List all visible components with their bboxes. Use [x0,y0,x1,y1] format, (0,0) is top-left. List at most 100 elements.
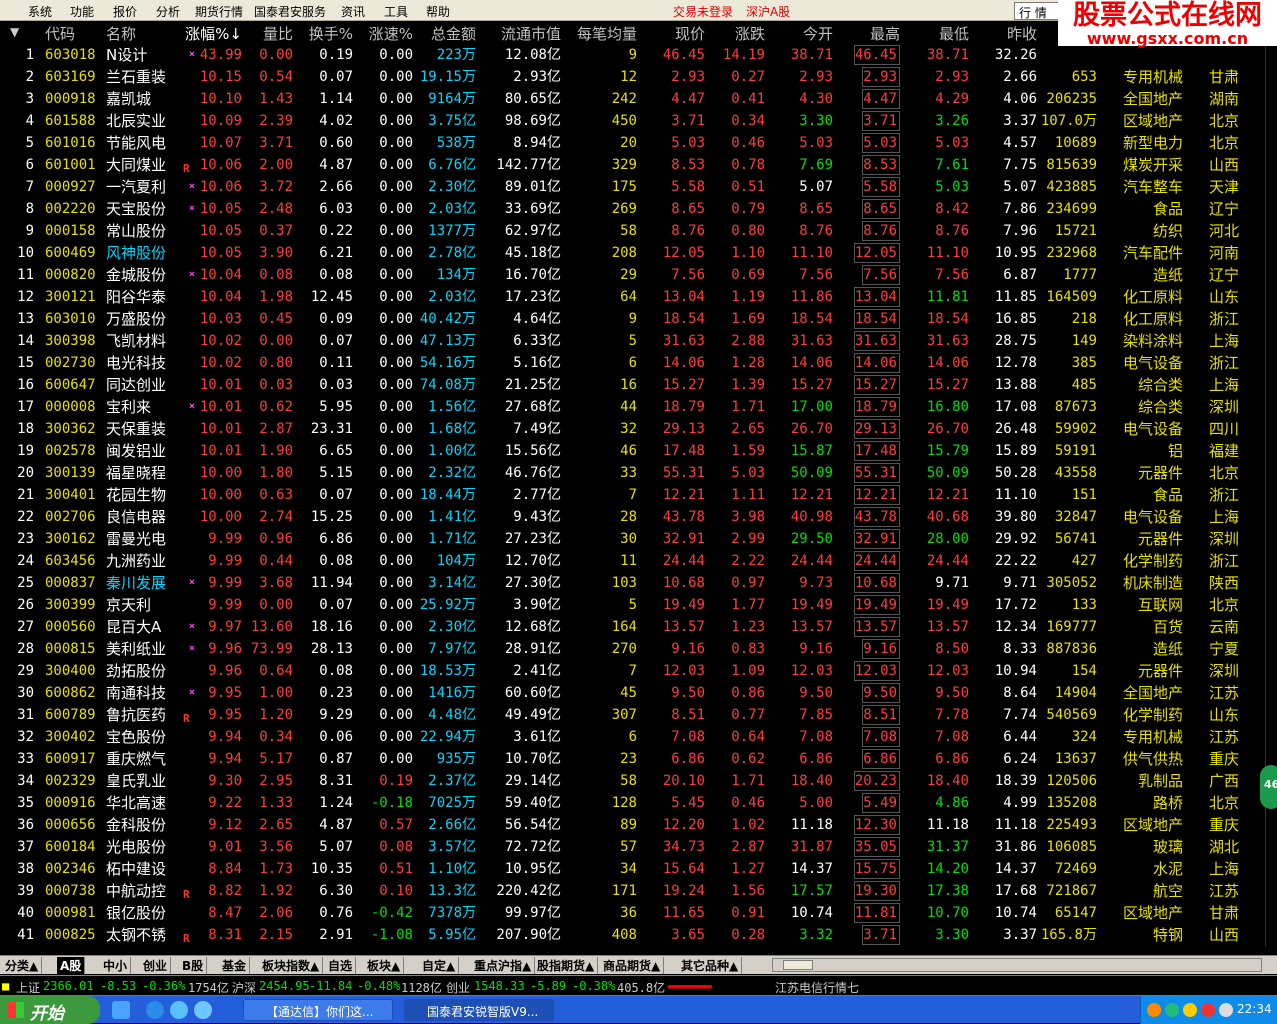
column-header[interactable]: 最高 [870,23,900,44]
column-header[interactable]: 总金额 [431,23,476,44]
column-header[interactable]: 今开 [803,23,833,44]
menu-help[interactable]: 帮助 [426,3,450,20]
table-row[interactable]: 15 002730 电光科技 10.02 0.80 0.11 0.00 54.16万 5.16亿… [0,352,1265,374]
column-header[interactable]: 量比 [263,23,293,44]
table-row[interactable]: 34 002329 皇氏乳业 9.30 2.95 8.31 0.19 2.37亿 29.14亿 5… [0,770,1265,792]
tab-item[interactable]: 创业 [140,957,172,974]
table-row[interactable]: 2 603169 兰石重装 10.15 0.54 0.07 0.00 19.15万 2.93亿 1… [0,66,1265,88]
table-row[interactable]: 14 300398 飞凯材料 10.02 0.00 0.07 0.00 47.13万 6.33亿… [0,330,1265,352]
table-row[interactable]: 30 600862 南通科技 9.95 1.00 0.23 0.00 1416万 60.60亿 4… [0,682,1265,704]
table-row[interactable]: 32 300402 宝色股份 9.94 0.34 0.06 0.00 22.94万 3.61亿 6… [0,726,1265,748]
table-row[interactable]: 1 603018 N设计 43.99 0.00 0.19 0.00 223万 12.08亿 9 46… [0,44,1265,66]
table-row[interactable]: 21 300401 花园生物 10.00 0.63 0.07 0.00 18.44万 2.77亿… [0,484,1265,506]
table-row[interactable]: 29 300400 劲拓股份 9.96 0.64 0.08 0.00 18.53万 2.41亿 7… [0,660,1265,682]
quote-button[interactable]: 行 情 [1014,2,1062,20]
table-row[interactable]: 39 000738 中航动控 8.82 1.92 6.30 0.10 13.3亿 220.42亿… [0,880,1265,902]
menu-tools[interactable]: 工具 [384,3,408,20]
column-header[interactable]: 昨收 [1007,23,1037,44]
quicklaunch-app-icon[interactable] [194,1001,212,1019]
tab-item[interactable]: 商品期货▲ [600,957,665,974]
table-row[interactable]: 6 601001 大同煤业 10.06 2.00 4.87 0.00 6.76亿 142.77亿… [0,154,1265,176]
tray-alert-icon[interactable] [1201,1003,1215,1017]
tab-item[interactable]: 板块指数▲ [259,957,324,974]
column-header[interactable]: 代码 [45,23,75,44]
table-row[interactable]: 23 300162 雷曼光电 9.99 0.96 6.86 0.00 1.71亿 27.23亿 3… [0,528,1265,550]
tab-item[interactable]: 重点沪指▲ [471,957,536,974]
tab-item[interactable]: B股 [179,957,208,974]
tab-item[interactable]: 股指期货▲ [534,957,599,974]
tab-item[interactable]: 其它品种▲ [678,957,743,974]
server-name[interactable]: 江苏电信行情七 [775,979,859,996]
stock-quote-table[interactable]: ▼ 代码 名称 涨幅%↓ 量比 换手% 涨速% 总金额 流通市值 每笔均量 现价 涨跌 今开 最高 最低 昨… [0,22,1277,946]
table-row[interactable]: 26 300399 京天利 9.99 0.00 0.07 0.00 25.92万 3.90亿 5 1… [0,594,1265,616]
table-row[interactable]: 3 000918 嘉凯城 10.10 1.43 1.14 0.00 9164万 80.65亿 24… [0,88,1265,110]
menu-analysis[interactable]: 分析 [156,3,180,20]
table-row[interactable]: 10 600469 风神股份 10.05 3.90 6.21 0.00 2.78亿 45.18亿… [0,242,1265,264]
table-row[interactable]: 31 600789 鲁抗医药 9.95 1.20 9.29 0.00 4.48亿 49.49亿 3… [0,704,1265,726]
tray-shield-icon[interactable] [1147,1003,1161,1017]
table-row[interactable]: 24 603456 九洲药业 9.99 0.44 0.08 0.00 104万 12.70亿 11… [0,550,1265,572]
table-row[interactable]: 12 300121 阳谷华泰 10.04 1.98 12.45 0.00 2.03亿 17.23… [0,286,1265,308]
horizontal-scrollbar[interactable] [772,958,1262,972]
task-tdx-window[interactable]: 【通达信】你们这... [243,999,393,1021]
table-row[interactable]: 35 000916 华北高速 9.22 1.33 1.24 -0.18 7025万 59.40亿… [0,792,1265,814]
menu-function[interactable]: 功能 [70,3,94,20]
tab-item[interactable]: 自选 [325,957,357,974]
column-header[interactable]: 涨跌 [735,23,765,44]
column-menu-icon[interactable]: ▼ [10,25,19,39]
table-row[interactable]: 4 601588 北辰实业 10.09 2.39 4.02 0.00 3.75亿 98.69亿 4… [0,110,1265,132]
tab-item[interactable]: 板块▲ [364,957,405,974]
menu-futures[interactable]: 期货行情 [195,3,243,20]
quicklaunch-desktop-icon[interactable] [112,1001,130,1019]
tray-qq-icon[interactable] [1183,1003,1197,1017]
column-header[interactable]: 流通市值 [501,23,561,44]
table-row[interactable]: 40 000981 银亿股份 8.47 2.06 0.76 -0.42 7378万 99.97亿… [0,902,1265,924]
login-status[interactable]: 交易未登录 [673,3,733,20]
table-row[interactable]: 27 000560 昆百大A 9.97 13.60 18.16 0.00 2.30亿 12.68… [0,616,1265,638]
column-header[interactable]: 最低 [939,23,969,44]
tray-chat-icon[interactable] [1165,1003,1179,1017]
column-header[interactable]: 每笔均量 [577,23,637,44]
column-header[interactable]: 涨速% [369,23,413,44]
table-row[interactable]: 18 300362 天保重装 10.01 2.87 23.31 0.00 1.68亿 7.49亿… [0,418,1265,440]
table-row[interactable]: 17 000008 宝利来 10.01 0.62 5.95 0.00 1.56亿 27.68亿 4… [0,396,1265,418]
menu-system[interactable]: 系统 [28,3,52,20]
start-button[interactable]: 开始 [0,996,100,1024]
table-row[interactable]: 9 000158 常山股份 10.05 0.37 0.22 0.00 1377万 62.97亿 5… [0,220,1265,242]
table-row[interactable]: 22 002706 良信电器 10.00 2.74 15.25 0.00 1.41亿 9.43亿… [0,506,1265,528]
table-row[interactable]: 25 000837 秦川发展 9.99 3.68 11.94 0.00 3.14亿 27.30亿… [0,572,1265,594]
table-row[interactable]: 28 000815 美利纸业 9.96 73.99 28.13 0.00 7.97亿 28.91… [0,638,1265,660]
table-row[interactable]: 8 002220 天宝股份 10.05 2.48 6.03 0.00 2.03亿 33.69亿 2… [0,198,1265,220]
column-header[interactable]: 涨幅%↓ [185,23,242,44]
tray-volume-icon[interactable] [1219,1003,1233,1017]
column-header[interactable]: 名称 [106,23,136,44]
tab-item[interactable]: 分类▲ [2,957,43,974]
table-row[interactable]: 19 002578 闽发铝业 10.01 1.90 6.65 0.00 1.00亿 15.56亿… [0,440,1265,462]
tab-item[interactable]: 基金 [219,957,251,974]
table-row[interactable]: 36 000656 金科股份 9.12 2.65 4.87 0.57 2.66亿 56.54亿 8… [0,814,1265,836]
column-header[interactable]: 现价 [675,23,705,44]
menu-news[interactable]: 资讯 [341,3,365,20]
table-row[interactable]: 7 000927 一汽夏利 10.06 3.72 2.66 0.00 2.30亿 89.01亿 1… [0,176,1265,198]
column-header[interactable]: 换手% [309,23,353,44]
menu-gtja-service[interactable]: 国泰君安服务 [254,3,326,20]
task-gtja-window[interactable]: 国泰君安锐智版V9... [404,999,554,1021]
table-row[interactable]: 20 300139 福星晓程 10.00 1.80 5.15 0.00 2.32亿 46.76亿… [0,462,1265,484]
quicklaunch-browser-icon[interactable] [170,1001,188,1019]
side-float-badge[interactable]: 46 [1260,765,1277,809]
quicklaunch-ie-icon[interactable] [146,1001,164,1019]
scroll-thumb[interactable] [783,960,813,970]
tab-item[interactable]: A股 [57,957,86,974]
table-row[interactable]: 41 000825 太钢不锈 8.31 2.15 2.91 -1.08 5.95亿 207.90… [0,924,1265,946]
table-row[interactable]: 37 600184 光电股份 9.01 3.56 5.07 0.08 3.57亿 72.72亿 5… [0,836,1265,858]
table-row[interactable]: 33 600917 重庆燃气 9.94 5.17 0.87 0.00 935万 10.70亿 23… [0,748,1265,770]
table-row[interactable]: 13 603010 万盛股份 10.03 0.45 0.09 0.00 40.42万 4.64亿… [0,308,1265,330]
menu-quote[interactable]: 报价 [113,3,137,20]
cell-ind: 供气供热 [1122,750,1183,768]
table-row[interactable]: 5 601016 节能风电 10.07 3.71 0.60 0.00 538万 8.94亿 20 5… [0,132,1265,154]
table-row[interactable]: 11 000820 金城股份 10.04 0.08 0.08 0.00 134万 16.70亿 2… [0,264,1265,286]
tab-item[interactable]: 自定▲ [419,957,460,974]
table-row[interactable]: 16 600647 同达创业 10.01 0.03 0.03 0.00 74.08万 21.25… [0,374,1265,396]
table-row[interactable]: 38 002346 柘中建设 8.84 1.73 10.35 0.51 1.10亿 10.95亿… [0,858,1265,880]
tab-item[interactable]: 中小 [100,957,132,974]
